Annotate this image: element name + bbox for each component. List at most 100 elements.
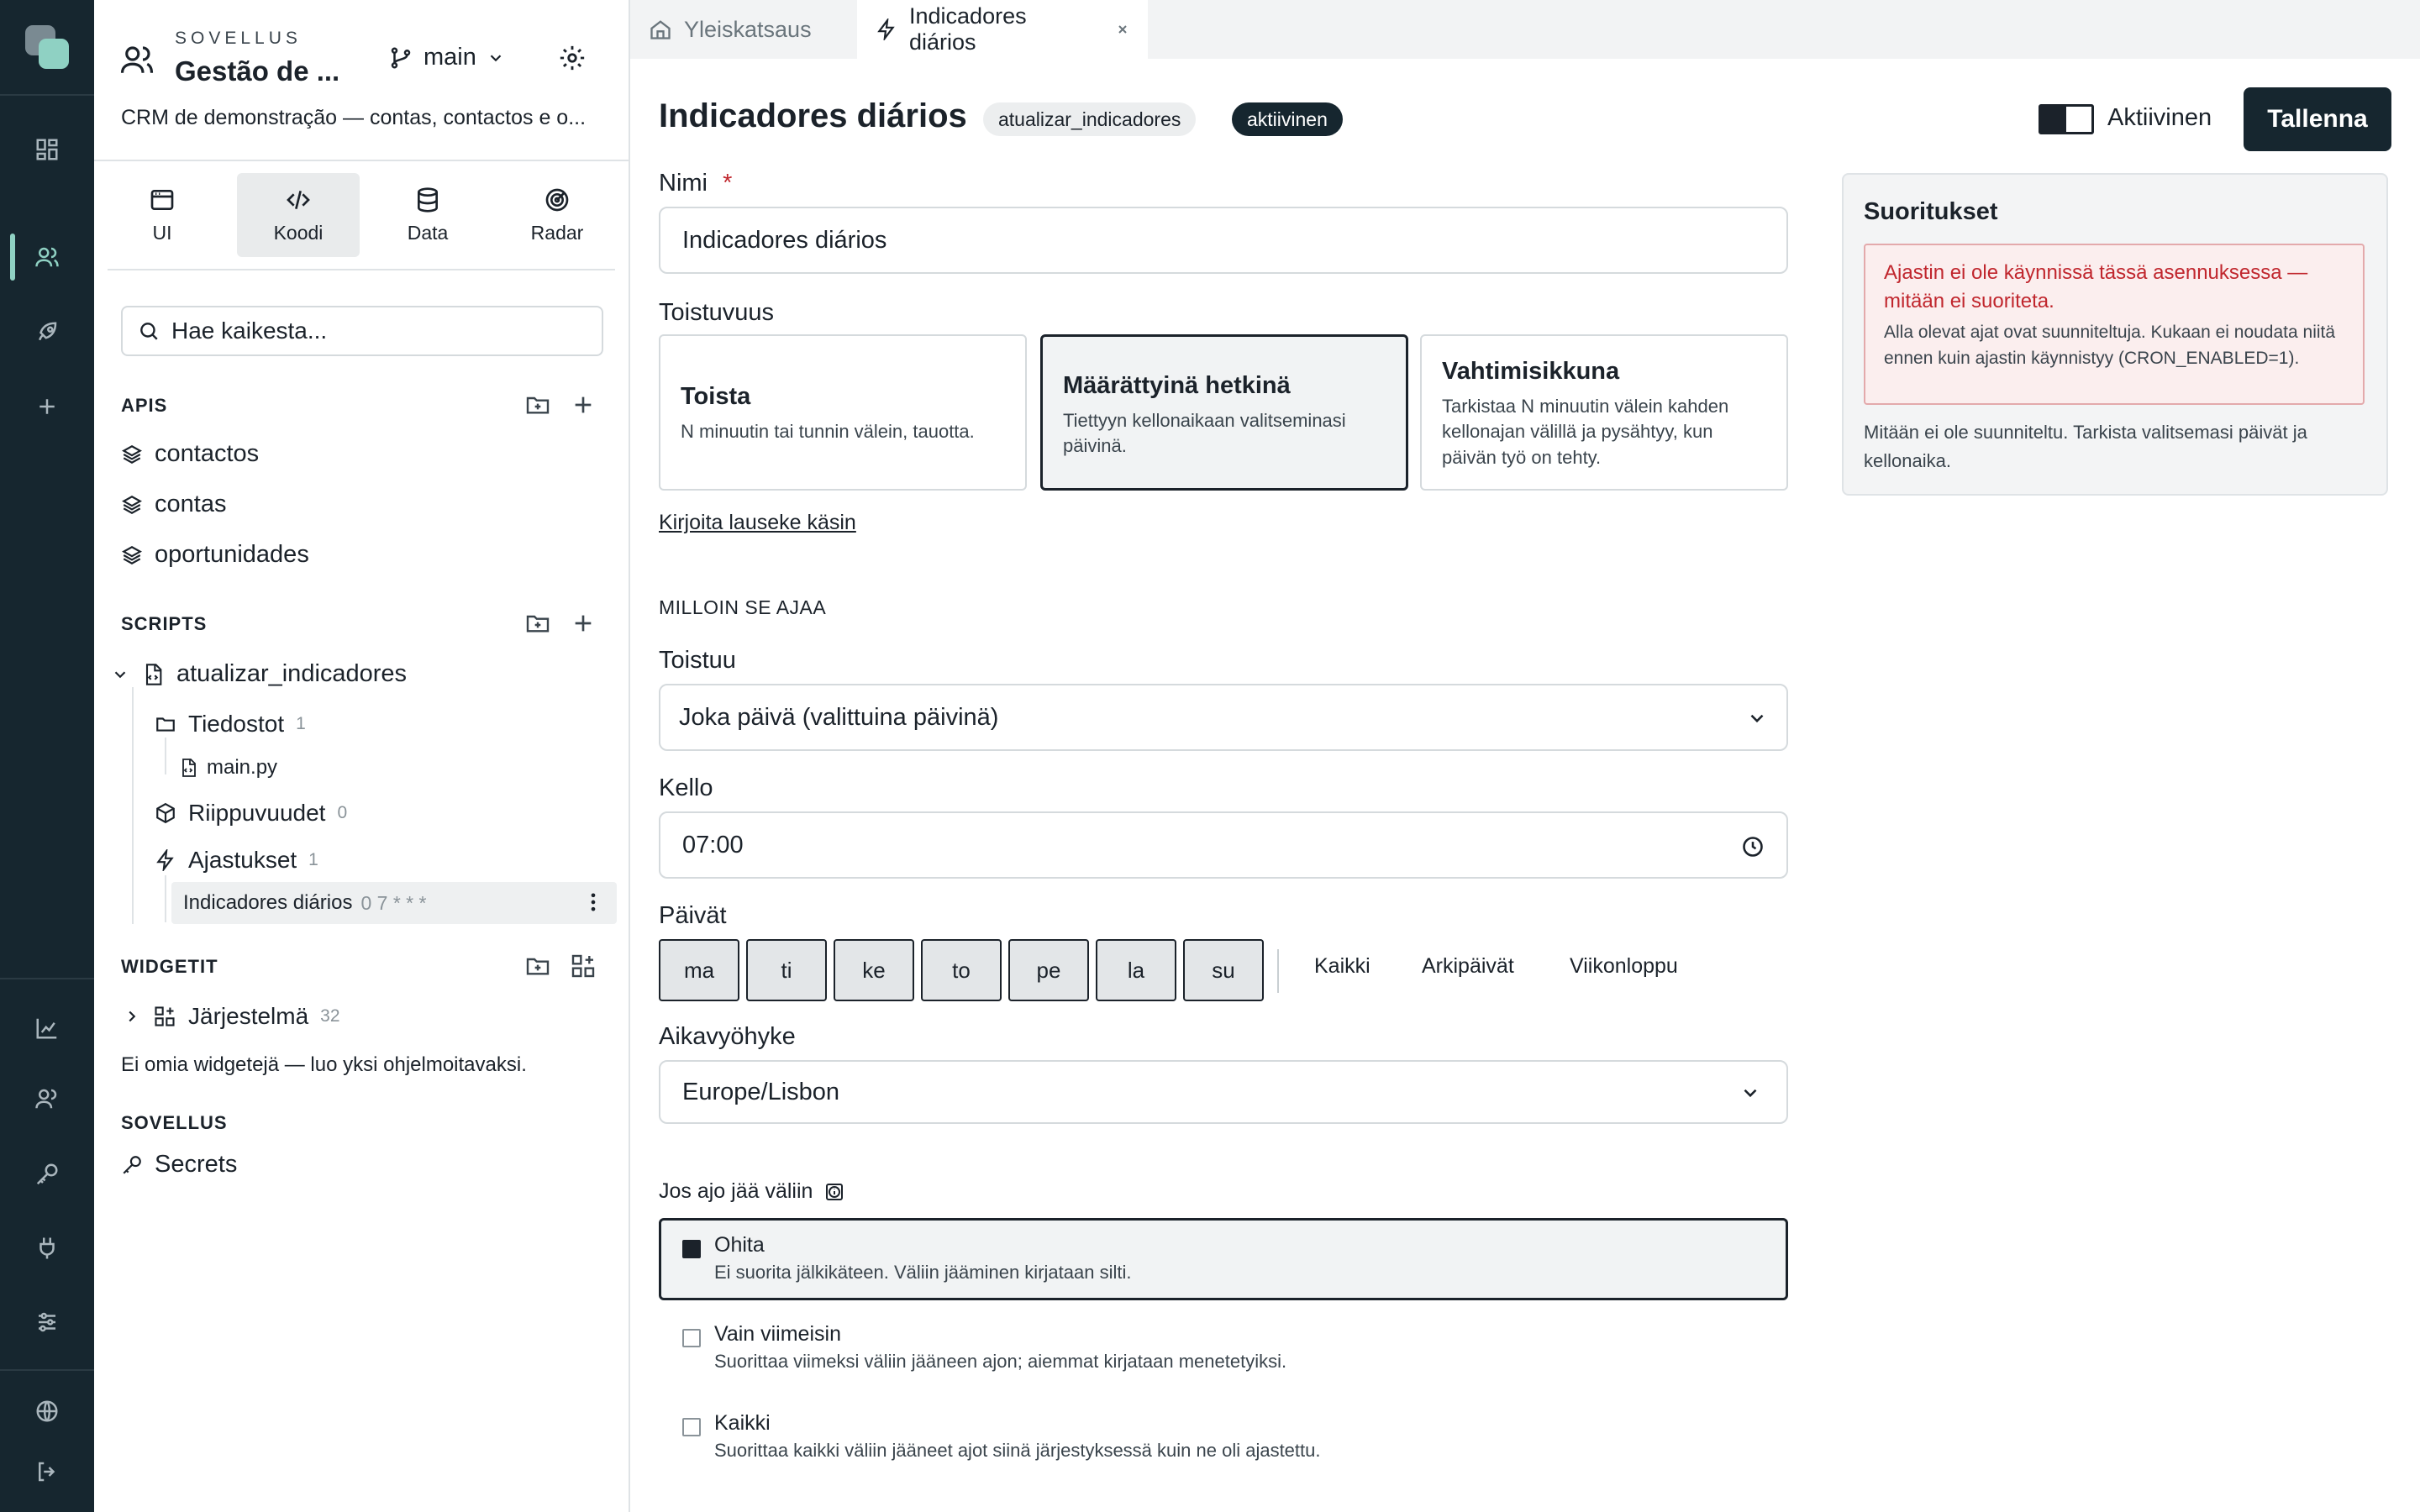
users-icon[interactable] — [24, 234, 71, 281]
logout-icon[interactable] — [24, 1448, 71, 1495]
secrets-item[interactable]: Secrets — [121, 1151, 237, 1179]
apis-heading: APIS — [121, 395, 168, 416]
sidebar-search[interactable]: Hae kaikesta... — [121, 306, 603, 356]
plug-icon[interactable] — [24, 1225, 71, 1272]
plus-icon[interactable] — [24, 383, 71, 430]
schedules-node[interactable]: Ajastukset 1 — [155, 847, 318, 874]
clock-value: 07:00 — [682, 831, 744, 858]
clock-input[interactable]: 07:00 — [659, 811, 1788, 879]
required-mark: * — [723, 170, 733, 197]
day-button-ke[interactable]: ke — [834, 939, 914, 1001]
name-input[interactable]: Indicadores diários — [659, 207, 1788, 274]
app-description: CRM de demonstração — contas, contactos … — [121, 106, 587, 129]
status-badge: aktiivinen — [1232, 102, 1343, 136]
missed-option-latest-radio[interactable] — [682, 1329, 701, 1347]
api-item-contas[interactable]: contas — [121, 491, 226, 518]
quick-select-weekdays[interactable]: Arkipäivät — [1422, 954, 1514, 979]
more-vertical-icon[interactable] — [581, 890, 605, 914]
runs-panel: Suoritukset Ajastin ei ole käynnissä täs… — [1842, 173, 2388, 496]
add-api-plus-icon[interactable] — [570, 391, 597, 418]
repeats-select[interactable]: Joka päivä (valittuina päivinä) — [659, 684, 1788, 751]
tab-schedule[interactable]: Indicadores diários — [857, 0, 1148, 59]
close-tab-icon[interactable] — [1116, 23, 1129, 36]
files-count: 1 — [296, 714, 306, 733]
new-folder-icon[interactable] — [524, 610, 551, 637]
new-folder-icon[interactable] — [524, 391, 551, 418]
missed-option-title: Ohita — [714, 1233, 765, 1257]
settings-gear-icon[interactable] — [558, 44, 587, 72]
sliders-icon[interactable] — [24, 1299, 71, 1346]
scheduler-alert: Ajastin ei ole käynnissä tässä asennukse… — [1864, 244, 2365, 405]
key-icon[interactable] — [24, 1151, 71, 1198]
missed-option-all-radio[interactable] — [682, 1418, 701, 1436]
timezone-label: Aikavyöhyke — [659, 1023, 796, 1050]
day-button-su[interactable]: su — [1183, 939, 1264, 1001]
missed-option-skip[interactable] — [659, 1218, 1788, 1300]
option-title: Vahtimisikkuna — [1442, 358, 1620, 385]
add-widget-icon[interactable] — [570, 953, 597, 979]
script-badge: atualizar_indicadores — [983, 102, 1197, 136]
schedule-item-indicadores[interactable]: Indicadores diários 0 7 * * * — [171, 882, 617, 924]
missed-option-title[interactable]: Vain viimeisin — [714, 1322, 841, 1347]
widget-system-node[interactable]: Järjestelmä 32 — [123, 1003, 340, 1030]
script-name: atualizar_indicadores — [176, 660, 408, 687]
day-button-ma[interactable]: ma — [659, 939, 739, 1001]
code-icon — [285, 186, 312, 213]
timezone-value: Europe/Lisbon — [682, 1078, 840, 1105]
frequency-option-repeat[interactable]: Toista N minuutin tai tunnin välein, tau… — [659, 334, 1027, 491]
globe-icon[interactable] — [24, 1388, 71, 1435]
option-title: Määrättyinä hetkinä — [1063, 372, 1291, 399]
api-item-oportunidades[interactable]: oportunidades — [121, 541, 309, 569]
script-item-atualizar[interactable]: atualizar_indicadores — [111, 660, 407, 688]
branch-selector[interactable]: main — [388, 44, 505, 71]
mode-tab-radar[interactable]: Radar — [496, 173, 618, 257]
branch-icon — [388, 45, 413, 71]
active-toggle[interactable] — [2039, 104, 2094, 134]
day-button-la[interactable]: la — [1096, 939, 1176, 1001]
frequency-option-fixed-times[interactable]: Määrättyinä hetkinä Tiettyyn kellonaikaa… — [1040, 334, 1408, 491]
analytics-icon[interactable] — [24, 1005, 71, 1052]
page-title: Indicadores diários — [659, 97, 967, 134]
frequency-option-watch-window[interactable]: Vahtimisikkuna Tarkistaa N minuutin väle… — [1420, 334, 1788, 491]
chevron-down-icon — [111, 665, 129, 684]
dashboard-icon[interactable] — [24, 126, 71, 173]
name-label: Nimi * — [659, 170, 733, 197]
info-icon[interactable] — [824, 1182, 844, 1202]
team-icon[interactable] — [24, 1075, 71, 1122]
layers-icon — [121, 494, 143, 516]
new-folder-icon[interactable] — [524, 953, 551, 979]
mode-tab-ui[interactable]: UI — [101, 173, 224, 257]
app-kicker: SOVELLUS — [175, 29, 302, 48]
layers-icon — [121, 544, 143, 566]
chevron-down-icon — [487, 49, 505, 67]
deps-label: Riippuvuudet — [188, 800, 326, 826]
bolt-icon — [155, 849, 176, 871]
quick-select-all[interactable]: Kaikki — [1314, 954, 1370, 979]
day-button-pe[interactable]: pe — [1008, 939, 1089, 1001]
api-item-label: oportunidades — [155, 541, 309, 568]
when-heading: MILLOIN SE AJAA — [659, 596, 827, 618]
day-button-ti[interactable]: ti — [746, 939, 827, 1001]
missed-option-title[interactable]: Kaikki — [714, 1411, 771, 1436]
timezone-select[interactable]: Europe/Lisbon — [659, 1060, 1788, 1124]
manual-expression-link[interactable]: Kirjoita lauseke käsin — [659, 511, 856, 535]
mode-tab-koodi[interactable]: Koodi — [237, 173, 360, 257]
rocket-icon[interactable] — [24, 309, 71, 356]
file-main-py[interactable]: main.py — [178, 756, 277, 780]
folder-icon — [155, 713, 176, 735]
api-item-contactos[interactable]: contactos — [121, 440, 259, 468]
add-script-plus-icon[interactable] — [570, 610, 597, 637]
save-button[interactable]: Tallenna — [2244, 87, 2391, 151]
day-button-to[interactable]: to — [921, 939, 1002, 1001]
app-logo[interactable] — [24, 24, 71, 71]
quick-select-weekend[interactable]: Viikonloppu — [1570, 954, 1678, 979]
files-node[interactable]: Tiedostot 1 — [155, 711, 306, 738]
file-name: main.py — [207, 756, 278, 779]
missed-option-skip-radio[interactable] — [682, 1240, 701, 1258]
tab-overview[interactable]: Yleiskatsaus — [630, 0, 857, 59]
mode-tab-data[interactable]: Data — [366, 173, 489, 257]
clock-icon[interactable] — [1741, 835, 1765, 858]
search-input[interactable]: Hae kaikesta... — [171, 318, 327, 344]
script-file-icon — [141, 663, 165, 686]
dependencies-node[interactable]: Riippuvuudet 0 — [155, 800, 347, 827]
